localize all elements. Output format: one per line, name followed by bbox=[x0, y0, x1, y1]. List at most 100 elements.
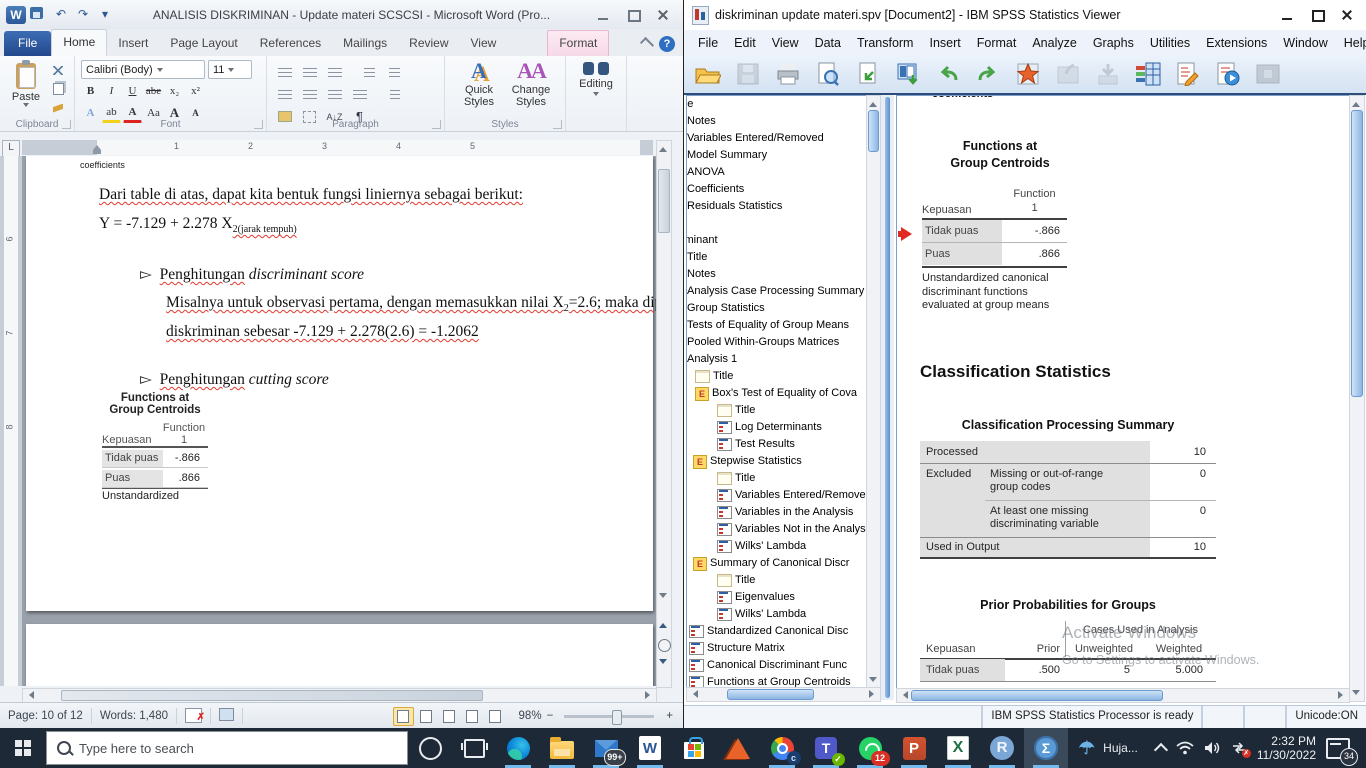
outline-item-analysis-case-processing-summary[interactable]: Analysis Case Processing Summary bbox=[687, 283, 867, 300]
print-layout-view-icon[interactable] bbox=[393, 707, 414, 726]
print-icon[interactable] bbox=[770, 59, 806, 89]
align-right-icon[interactable] bbox=[323, 85, 346, 104]
outline-item-title[interactable]: Title bbox=[717, 572, 867, 589]
menu-window[interactable]: Window bbox=[1275, 31, 1335, 55]
outline-item-coefficients[interactable]: Coefficients bbox=[687, 181, 867, 198]
tab-file[interactable]: File bbox=[4, 31, 51, 56]
output-scroll-down-icon[interactable] bbox=[1352, 690, 1360, 699]
scroll-right-icon[interactable] bbox=[645, 691, 654, 699]
chrome-taskbar-button[interactable]: c bbox=[760, 728, 804, 768]
save-icon[interactable] bbox=[30, 7, 48, 23]
task-view-taskbar-button[interactable] bbox=[452, 728, 496, 768]
outline-item-title[interactable]: Title bbox=[687, 249, 867, 266]
outline-scroll-down-icon[interactable] bbox=[869, 677, 877, 686]
menu-file[interactable]: File bbox=[690, 31, 726, 55]
spss-maximize-button[interactable] bbox=[1303, 6, 1331, 24]
copy-button[interactable] bbox=[48, 81, 68, 97]
paste-button[interactable]: Paste bbox=[6, 60, 46, 118]
menu-transform[interactable]: Transform bbox=[849, 31, 922, 55]
zoom-out-icon[interactable]: − bbox=[544, 710, 557, 722]
numbered-list-icon[interactable] bbox=[298, 63, 321, 82]
outline-item-title[interactable]: Title bbox=[695, 368, 867, 385]
menu-extensions[interactable]: Extensions bbox=[1198, 31, 1275, 55]
r-taskbar-button[interactable]: R bbox=[980, 728, 1024, 768]
redo-icon[interactable] bbox=[970, 59, 1006, 89]
taskbar-clock[interactable]: 2:32 PM 11/30/2022 bbox=[1257, 734, 1316, 762]
vertical-scroll-thumb[interactable] bbox=[658, 169, 670, 233]
edge-taskbar-button[interactable] bbox=[496, 728, 540, 768]
pane-splitter[interactable] bbox=[881, 95, 894, 700]
output-vertical-scrollbar[interactable] bbox=[1349, 95, 1365, 702]
outline-item-notes[interactable]: Notes bbox=[687, 266, 867, 283]
word-horizontal-scrollbar[interactable] bbox=[22, 688, 657, 703]
outline-item-model-summary[interactable]: Model Summary bbox=[687, 147, 867, 164]
help-icon[interactable]: ? bbox=[659, 36, 675, 52]
undo-icon[interactable] bbox=[930, 59, 966, 89]
scroll-down-icon[interactable] bbox=[659, 593, 667, 602]
browse-object-icon[interactable] bbox=[658, 639, 671, 652]
scroll-left-icon[interactable] bbox=[25, 691, 34, 699]
increase-indent-icon[interactable] bbox=[383, 63, 406, 82]
outline-item-analysis-1[interactable]: Analysis 1 bbox=[687, 351, 867, 368]
outline-item-group-statistics[interactable]: Group Statistics bbox=[687, 300, 867, 317]
outline-item-tests-of-equality-of-group-means[interactable]: Tests of Equality of Group Means bbox=[687, 317, 867, 334]
output-horizontal-scrollbar[interactable] bbox=[896, 688, 1350, 703]
quick-styles-button[interactable]: A Quick Styles bbox=[455, 56, 503, 116]
fullscreen-reading-view-icon[interactable] bbox=[416, 707, 437, 726]
outline-item-notes[interactable]: Notes bbox=[687, 113, 867, 130]
bullet-list-icon[interactable] bbox=[273, 63, 296, 82]
horizontal-ruler[interactable]: 12345 bbox=[22, 140, 653, 155]
outline-item-residuals-statistics[interactable]: Residuals Statistics bbox=[687, 198, 867, 215]
previous-page-icon[interactable] bbox=[659, 619, 667, 628]
document-canvas[interactable]: coefficients Dari table di atas, dapat k… bbox=[22, 156, 656, 686]
menu-graphs[interactable]: Graphs bbox=[1085, 31, 1142, 55]
zoom-in-icon[interactable]: + bbox=[662, 710, 677, 722]
font-size-select[interactable]: 11 bbox=[208, 60, 252, 79]
outline-item-variables-in-the-analysis[interactable]: Variables in the Analysis bbox=[717, 504, 867, 521]
spss-minimize-button[interactable] bbox=[1273, 6, 1301, 24]
clipboard-dialog-launcher[interactable] bbox=[62, 120, 71, 129]
outline-scroll-left-icon[interactable] bbox=[689, 690, 698, 698]
spss-outline-pane[interactable]: TitleNotesVariables Entered/RemovedModel… bbox=[686, 95, 868, 689]
outline-view-icon[interactable] bbox=[462, 707, 483, 726]
paragraph-dialog-launcher[interactable] bbox=[432, 120, 441, 129]
horizontal-scroll-thumb[interactable] bbox=[61, 690, 483, 701]
outline-vscroll-thumb[interactable] bbox=[868, 110, 879, 152]
goto-data-icon[interactable] bbox=[890, 59, 926, 89]
justify-icon[interactable] bbox=[348, 85, 371, 104]
outline-horizontal-scrollbar[interactable] bbox=[686, 687, 881, 702]
outline-item-box-s-test-of-equality-of-cova[interactable]: EBox's Test of Equality of Cova bbox=[695, 385, 867, 402]
word-app-icon[interactable]: W bbox=[6, 6, 26, 24]
cortana-taskbar-button[interactable] bbox=[408, 728, 452, 768]
strikethrough-icon[interactable]: abe bbox=[144, 82, 163, 100]
word-count[interactable]: Words: 1,480 bbox=[92, 708, 177, 724]
format-painter-button[interactable] bbox=[48, 100, 68, 116]
styles-dialog-launcher[interactable] bbox=[553, 120, 562, 129]
draft-view-icon[interactable] bbox=[485, 707, 506, 726]
excel-taskbar-button[interactable]: X bbox=[936, 728, 980, 768]
align-left-icon[interactable] bbox=[273, 85, 296, 104]
outline-item-summary-of-canonical-discr[interactable]: ESummary of Canonical Discr bbox=[693, 555, 867, 572]
output-scroll-left-icon[interactable] bbox=[899, 691, 908, 699]
start-button[interactable] bbox=[0, 728, 46, 768]
output-scroll-up-icon[interactable] bbox=[1352, 98, 1360, 107]
output-vscroll-thumb[interactable] bbox=[1351, 110, 1363, 397]
edit-output-icon[interactable] bbox=[1170, 59, 1206, 89]
web-layout-view-icon[interactable] bbox=[439, 707, 460, 726]
powerpoint-taskbar-button[interactable]: P bbox=[892, 728, 936, 768]
print-preview-icon[interactable] bbox=[810, 59, 846, 89]
wifi-icon[interactable] bbox=[1176, 741, 1194, 755]
teams-taskbar-button[interactable]: T✓ bbox=[804, 728, 848, 768]
tab-selector[interactable]: L bbox=[2, 140, 20, 157]
change-styles-button[interactable]: AA Change Styles bbox=[507, 56, 555, 116]
indent-markers[interactable] bbox=[93, 141, 101, 154]
outline-item-variables-entered-removed[interactable]: Variables Entered/Removed bbox=[717, 487, 867, 504]
outline-item-log-determinants[interactable]: Log Determinants bbox=[717, 419, 867, 436]
document-page-11[interactable] bbox=[26, 624, 653, 686]
italic-icon[interactable]: I bbox=[102, 82, 121, 100]
tab-home[interactable]: Home bbox=[51, 29, 107, 56]
volume-icon[interactable] bbox=[1204, 741, 1221, 755]
zoom-slider-knob[interactable] bbox=[612, 710, 622, 725]
multilevel-list-icon[interactable] bbox=[323, 63, 346, 82]
editing-button[interactable]: Editing bbox=[566, 62, 626, 99]
